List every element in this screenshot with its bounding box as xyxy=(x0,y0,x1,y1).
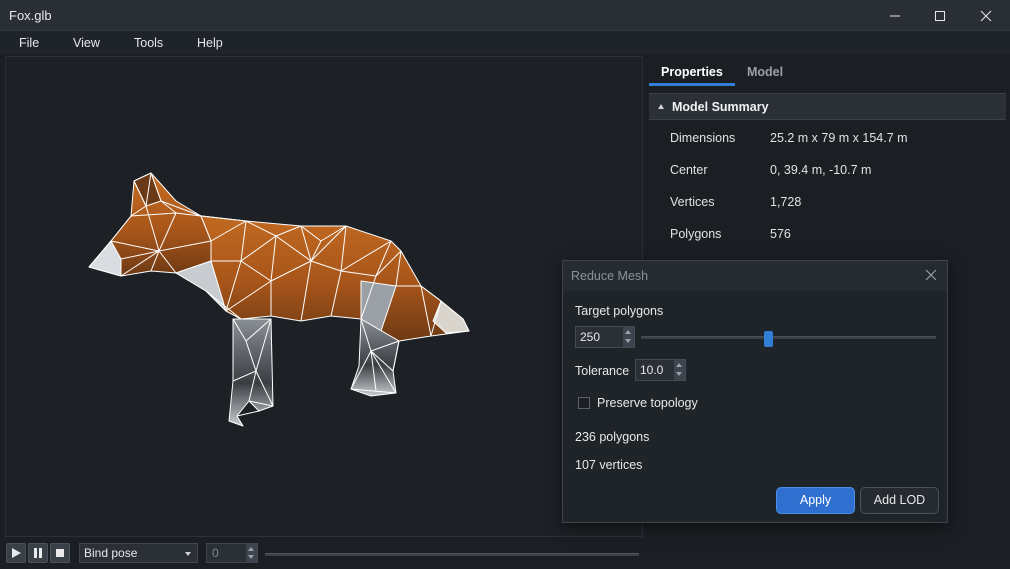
menu-tools[interactable]: Tools xyxy=(134,36,163,50)
target-spinner[interactable] xyxy=(623,327,634,347)
spin-down-icon xyxy=(625,339,631,343)
tab-model[interactable]: Model xyxy=(747,65,783,79)
frame-input[interactable]: 0 xyxy=(206,543,258,563)
stop-button[interactable] xyxy=(50,543,70,563)
target-polygons-value: 250 xyxy=(580,330,601,344)
play-button[interactable] xyxy=(6,543,26,563)
vertices-value: 1,728 xyxy=(770,195,802,209)
tolerance-input[interactable]: 10.0 xyxy=(635,359,686,381)
target-polygons-label: Target polygons xyxy=(575,304,664,318)
result-vertices: 107 vertices xyxy=(575,458,643,472)
reduce-mesh-dialog: Reduce Mesh Target polygons 250 Toleranc… xyxy=(562,260,948,523)
tolerance-label: Tolerance xyxy=(575,364,630,378)
close-icon xyxy=(980,10,992,21)
close-window-button[interactable] xyxy=(963,0,1009,31)
dialog-close-button[interactable] xyxy=(925,269,937,284)
chevron-down-icon xyxy=(185,552,191,556)
spin-up-icon xyxy=(625,330,631,334)
pause-icon xyxy=(34,548,42,558)
pause-button[interactable] xyxy=(28,543,48,563)
collapse-caret-icon xyxy=(658,104,664,109)
stop-icon xyxy=(56,549,64,557)
maximize-icon xyxy=(935,10,945,21)
tolerance-value: 10.0 xyxy=(640,363,664,377)
spin-down-icon xyxy=(248,555,254,559)
polygons-value: 576 xyxy=(770,227,791,241)
frame-input-value: 0 xyxy=(212,546,219,560)
minimize-button[interactable] xyxy=(872,0,918,31)
spin-up-icon xyxy=(248,547,254,551)
dimensions-value: 25.2 m x 79 m x 154.7 m xyxy=(770,131,908,145)
polygons-label: Polygons xyxy=(670,227,722,241)
menu-file[interactable]: File xyxy=(19,36,39,50)
menu-bar: File View Tools Help xyxy=(0,31,1010,55)
tolerance-spinner[interactable] xyxy=(674,360,685,380)
menu-view[interactable]: View xyxy=(73,36,100,50)
close-icon xyxy=(925,269,937,281)
timeline-slider[interactable] xyxy=(265,553,639,556)
result-polygons: 236 polygons xyxy=(575,430,650,444)
active-tab-indicator xyxy=(649,83,735,86)
section-title: Model Summary xyxy=(672,100,769,114)
playback-bar: Bind pose 0 xyxy=(0,540,645,569)
spin-up-icon xyxy=(676,363,682,367)
minimize-icon xyxy=(890,15,900,16)
preserve-topology-checkbox[interactable] xyxy=(578,397,590,409)
center-value: 0, 39.4 m, -10.7 m xyxy=(770,163,872,177)
menu-help[interactable]: Help xyxy=(197,36,223,50)
window-title: Fox.glb xyxy=(9,8,52,23)
3d-viewport[interactable] xyxy=(5,56,643,537)
preserve-topology-label[interactable]: Preserve topology xyxy=(597,396,698,410)
frame-spinner[interactable] xyxy=(246,544,257,562)
model-summary-header[interactable]: Model Summary xyxy=(649,93,1006,120)
fox-model xyxy=(88,172,470,427)
tab-properties[interactable]: Properties xyxy=(661,65,723,79)
maximize-button[interactable] xyxy=(917,0,963,31)
apply-button[interactable]: Apply xyxy=(776,487,855,514)
dialog-header[interactable]: Reduce Mesh xyxy=(563,261,947,291)
slider-thumb[interactable] xyxy=(763,331,773,347)
pose-select[interactable]: Bind pose xyxy=(79,543,198,563)
vertices-label: Vertices xyxy=(670,195,715,209)
play-icon xyxy=(12,548,21,558)
target-polygons-input[interactable]: 250 xyxy=(575,326,635,348)
title-bar: Fox.glb xyxy=(0,0,1010,31)
dialog-title: Reduce Mesh xyxy=(571,269,649,283)
dimensions-label: Dimensions xyxy=(670,131,736,145)
spin-down-icon xyxy=(676,372,682,376)
add-lod-button[interactable]: Add LOD xyxy=(860,487,939,514)
pose-select-value: Bind pose xyxy=(84,546,138,560)
center-label: Center xyxy=(670,163,708,177)
target-polygons-slider[interactable] xyxy=(641,336,936,339)
